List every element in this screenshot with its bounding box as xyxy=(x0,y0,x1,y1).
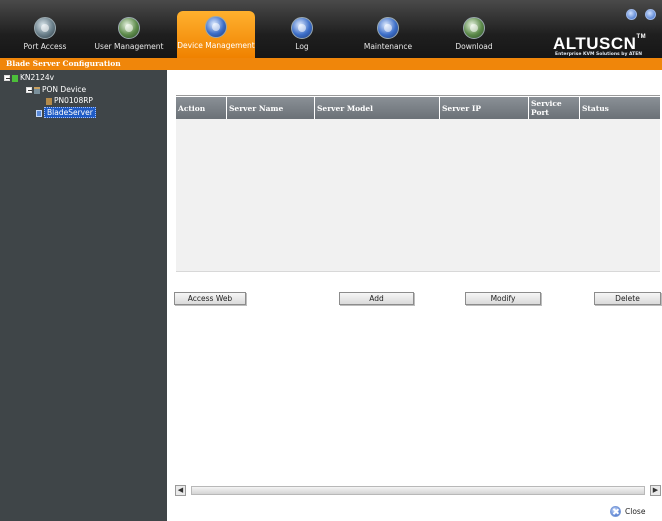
horizontal-scrollbar[interactable]: ◀ ▶ xyxy=(175,485,661,496)
network-icon xyxy=(12,74,18,82)
user-management-icon xyxy=(118,17,140,39)
collapse-icon[interactable] xyxy=(4,75,10,81)
main-content: Action Server Name Server Model Server I… xyxy=(167,70,662,521)
device-tree-panel: KN2124v PON Device PN0108RP BladeServer xyxy=(0,70,167,521)
tab-port-access[interactable]: Port Access xyxy=(6,12,84,58)
modify-button[interactable]: Modify xyxy=(465,292,541,305)
tab-device-management-label: Device Management xyxy=(177,41,255,50)
port-access-icon xyxy=(34,17,56,39)
table-header: Action Server Name Server Model Server I… xyxy=(176,97,660,119)
section-title-bar: Blade Server Configuration xyxy=(0,58,662,70)
tab-maintenance-label: Maintenance xyxy=(363,42,413,51)
blade-server-icon xyxy=(36,109,42,117)
tree-node-pon-device[interactable]: PON Device xyxy=(26,85,86,95)
tab-device-management[interactable]: Device Management xyxy=(177,11,255,58)
column-header-server-name[interactable]: Server Name xyxy=(227,97,315,119)
column-header-service-port[interactable]: Service Port xyxy=(529,97,580,119)
scroll-left-arrow[interactable]: ◀ xyxy=(175,485,186,496)
tab-log[interactable]: Log xyxy=(263,12,341,58)
delete-button[interactable]: Delete xyxy=(594,292,661,305)
brand-tagline: Enterprise KVM Solutions by ATEN xyxy=(555,52,643,57)
table-body xyxy=(176,119,660,272)
column-header-status[interactable]: Status xyxy=(580,97,660,119)
column-header-action[interactable]: Action xyxy=(176,97,227,119)
device-management-icon xyxy=(205,16,227,38)
log-icon xyxy=(291,17,313,39)
pdu-icon xyxy=(46,97,52,105)
help-icon[interactable] xyxy=(626,9,637,20)
column-header-server-ip[interactable]: Server IP xyxy=(440,97,529,119)
close-icon xyxy=(610,506,621,517)
tab-maintenance[interactable]: Maintenance xyxy=(349,12,427,58)
tab-user-management-label: User Management xyxy=(94,42,164,51)
tab-download-label: Download xyxy=(455,42,493,51)
scrollbar-thumb[interactable] xyxy=(191,486,645,495)
logout-icon[interactable] xyxy=(645,9,656,20)
device-icon xyxy=(34,86,40,94)
divider xyxy=(176,95,660,96)
tab-download[interactable]: Download xyxy=(435,12,513,58)
add-button[interactable]: Add xyxy=(339,292,414,305)
maintenance-icon xyxy=(377,17,399,39)
brand-logo: ALTUSCNTM xyxy=(553,34,647,53)
section-title: Blade Server Configuration xyxy=(6,59,121,68)
tab-port-access-label: Port Access xyxy=(23,42,67,51)
collapse-icon[interactable] xyxy=(26,87,32,93)
scroll-right-arrow[interactable]: ▶ xyxy=(650,485,661,496)
column-header-server-model[interactable]: Server Model xyxy=(315,97,440,119)
tree-node-root[interactable]: KN2124v xyxy=(4,73,54,83)
close-label: Close xyxy=(625,507,646,516)
top-navigation-bar: Port Access User Management Device Manag… xyxy=(0,0,662,58)
access-web-button[interactable]: Access Web xyxy=(174,292,246,305)
tab-log-label: Log xyxy=(295,42,309,51)
tab-user-management[interactable]: User Management xyxy=(90,12,168,58)
download-icon xyxy=(463,17,485,39)
tree-node-bladeserver[interactable]: BladeServer xyxy=(36,107,96,118)
tree-node-pn0108rp[interactable]: PN0108RP xyxy=(46,96,93,106)
